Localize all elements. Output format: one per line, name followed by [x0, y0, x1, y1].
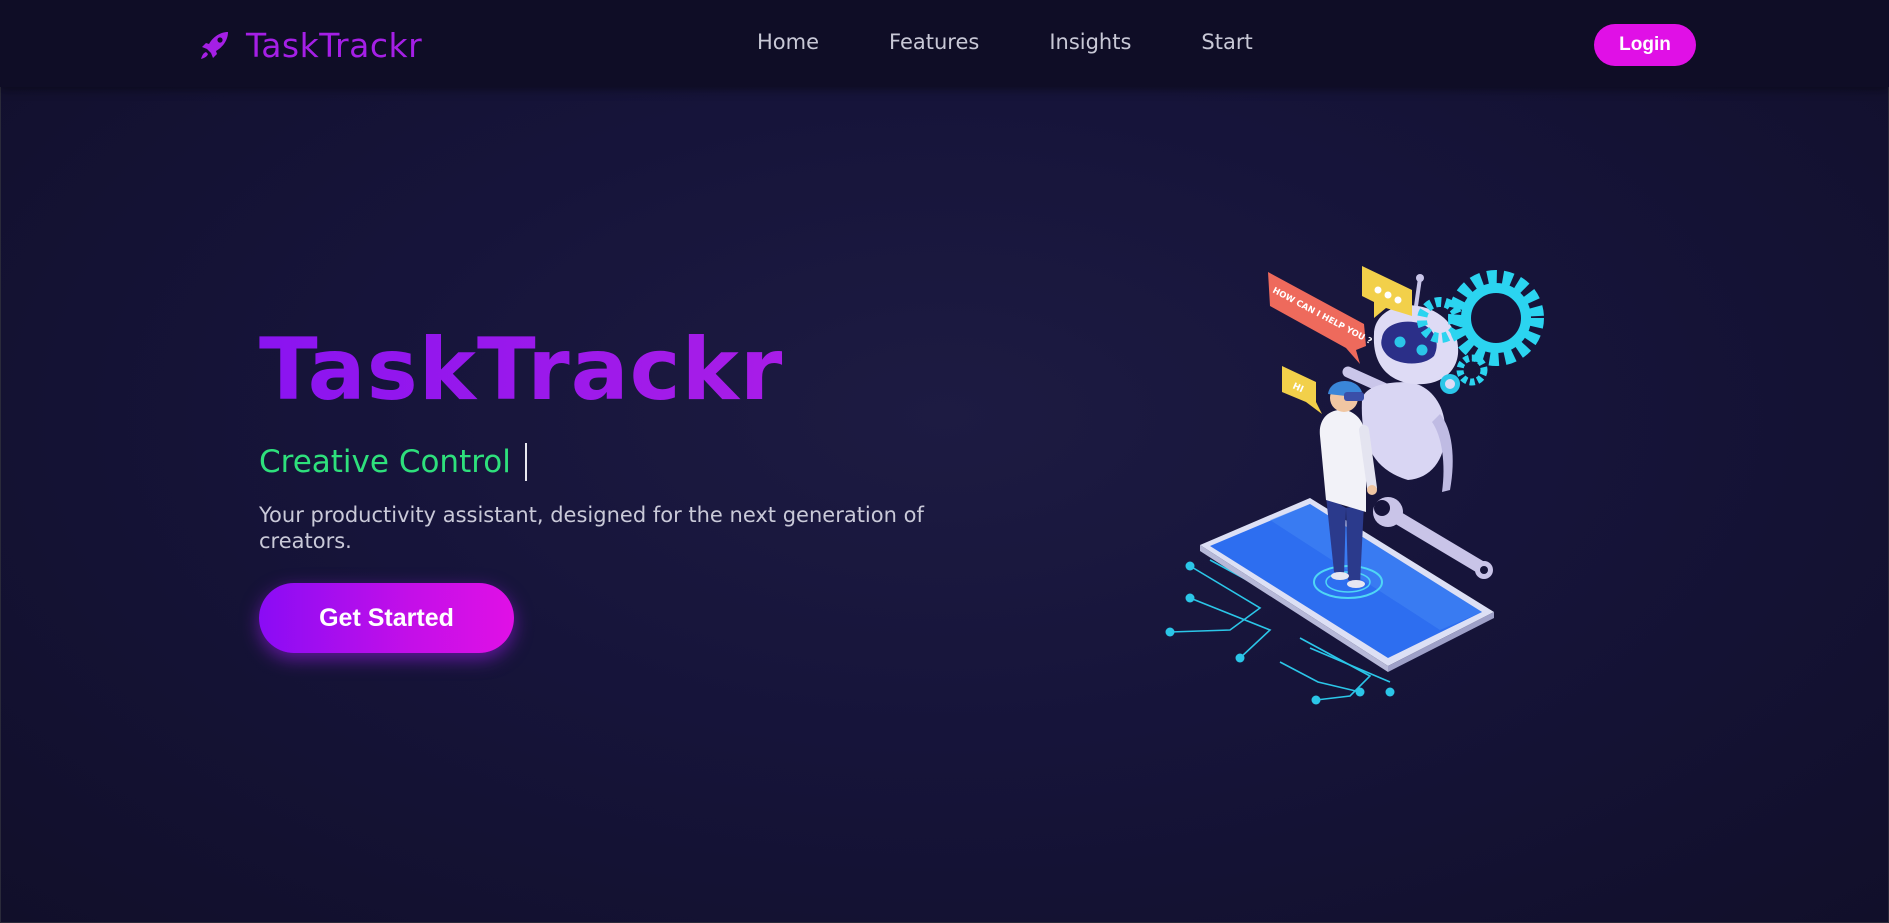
help-bubble-text: HOW CAN I HELP YOU ? — [1271, 286, 1374, 347]
get-started-button[interactable]: Get Started — [259, 583, 514, 653]
hero-tagline: Creative Control — [259, 444, 511, 480]
nav-start-link[interactable]: Start — [1201, 30, 1252, 54]
hero-section: TaskTrackr Creative Control Your product… — [259, 320, 1019, 554]
chat-dots-bubble — [1362, 266, 1412, 318]
hi-speech-bubble: HI — [1282, 366, 1322, 414]
hero-description: Your productivity assistant, designed fo… — [259, 503, 924, 553]
typing-cursor — [524, 443, 527, 481]
main-nav: Home Features Insights Start — [757, 30, 1253, 54]
rocket-icon — [201, 32, 228, 59]
nav-insights-link[interactable]: Insights — [1049, 30, 1131, 54]
nav-home-link[interactable]: Home — [757, 30, 819, 54]
nav-features-link[interactable]: Features — [889, 30, 979, 54]
tagline-row: Creative Control — [259, 442, 1019, 482]
login-button[interactable]: Login — [1594, 24, 1696, 66]
hero-illustration: HOW CAN I HELP YOU ? HI — [1165, 266, 1544, 705]
help-speech-bubble: HOW CAN I HELP YOU ? — [1268, 272, 1373, 364]
hero-title: TaskTrackr — [259, 320, 1019, 420]
top-navbar: TaskTrackr Home Features Insights Start … — [0, 0, 1889, 87]
brand-logo[interactable]: TaskTrackr — [198, 25, 422, 65]
brand-name: TaskTrackr — [246, 25, 423, 65]
